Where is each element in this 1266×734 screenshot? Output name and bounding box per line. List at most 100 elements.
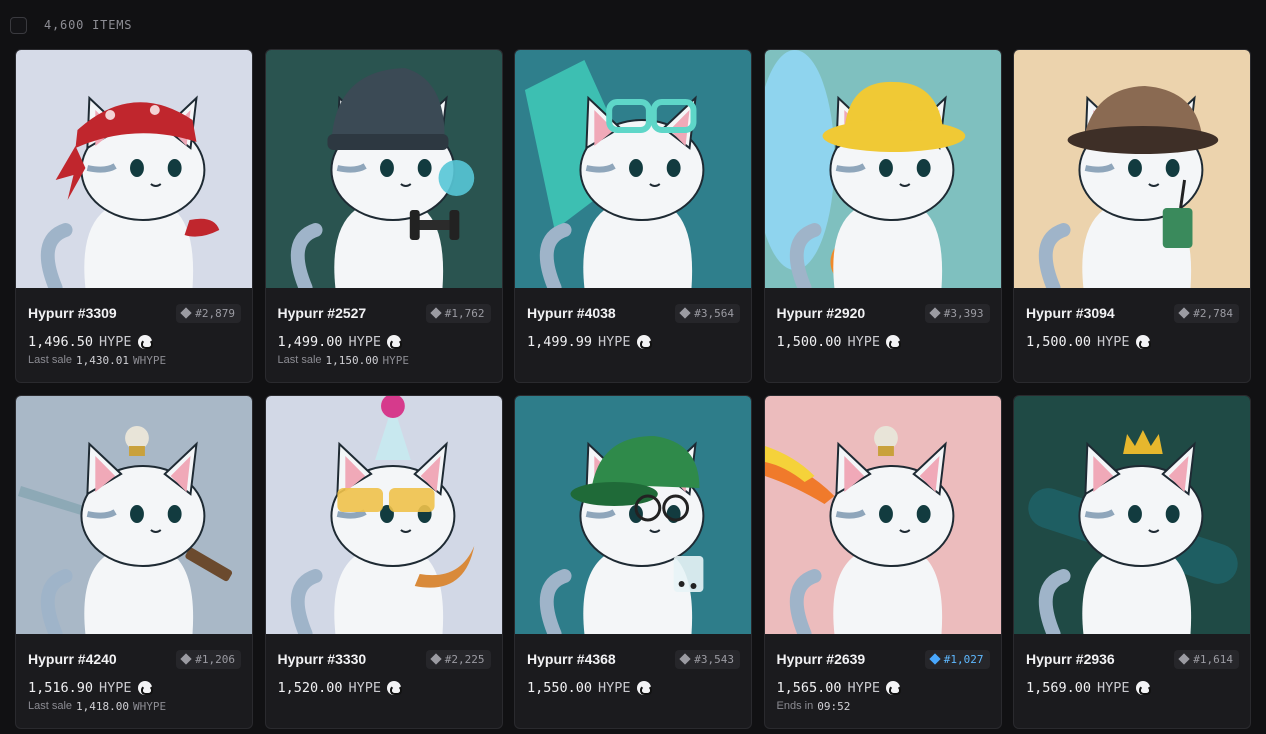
nft-card[interactable]: Hypurr #3309 #2,879 1,496.50 HYPE Last s… [15,49,253,383]
sub-label: Ends in [776,700,814,712]
nft-name: Hypurr #4368 [527,651,616,667]
nft-image[interactable] [515,396,751,634]
hype-token-icon [137,681,153,695]
select-all-checkbox[interactable] [10,16,27,34]
rarity-rank: #3,543 [694,652,734,666]
price: 1,550.00 HYPE [527,680,740,696]
nft-artwork [764,396,1001,634]
rarity-rank: #2,784 [1193,306,1233,320]
rarity-rank-badge: #1,206 [176,649,241,669]
sub-label: Last sale [28,700,73,712]
nft-name: Hypurr #3330 [277,651,367,667]
sub-label: Last sale [28,354,73,366]
diamond-icon [1178,653,1190,665]
hype-token-icon [137,335,153,349]
price-value: 1,550.00 [527,680,593,696]
nft-image[interactable] [1014,396,1250,634]
price-value: 1,496.50 [28,334,94,350]
sub-unit: WHYPE [133,700,167,713]
nft-image[interactable] [764,396,1001,634]
rarity-rank-badge: #1,614 [1174,649,1239,669]
price-value: 1,499.99 [527,334,593,350]
diamond-icon [679,307,691,319]
sub-info: Last sale 1,418.00 WHYPE [28,700,241,713]
price-unit: HYPE [847,334,881,350]
nft-image[interactable] [265,396,502,634]
hype-token-icon [886,681,902,695]
rarity-rank: #1,206 [195,652,235,666]
nft-name: Hypurr #2527 [277,305,367,321]
nft-name: Hypurr #2639 [776,651,866,667]
nft-image[interactable] [16,50,252,288]
nft-info: Hypurr #2936 #1,614 1,569.00 HYPE [1014,634,1250,728]
hype-token-icon [636,681,652,695]
nft-card[interactable]: Hypurr #4038 #3,564 1,499.99 HYPE [514,49,752,383]
nft-info: Hypurr #4240 #1,206 1,516.90 HYPE Last s… [16,634,252,728]
diamond-icon [180,307,192,319]
nft-info: Hypurr #3094 #2,784 1,500.00 HYPE [1014,288,1250,382]
price-value: 1,500.00 [1026,334,1092,350]
price-value: 1,520.00 [277,680,343,696]
rarity-rank: #2,879 [195,306,235,320]
nft-name: Hypurr #4240 [28,651,117,667]
price-value: 1,565.00 [776,680,842,696]
price-unit: HYPE [847,680,881,696]
nft-card[interactable]: Hypurr #2639 #1,027 1,565.00 HYPE Ends i… [763,395,1002,729]
nft-card[interactable]: Hypurr #3330 #2,225 1,520.00 HYPE [264,395,503,729]
nft-info: Hypurr #2527 #1,762 1,499.00 HYPE Last s… [266,288,502,382]
nft-image[interactable] [764,50,1001,288]
rarity-rank: #1,762 [444,306,485,320]
nft-card[interactable]: Hypurr #4368 #3,543 1,550.00 HYPE [514,395,752,729]
nft-image[interactable] [1014,50,1250,288]
rarity-rank-badge: #1,027 [924,649,990,669]
diamond-icon [1178,307,1190,319]
nft-artwork [265,50,502,288]
rarity-rank: #1,027 [943,652,984,666]
nft-info: Hypurr #3330 #2,225 1,520.00 HYPE [266,634,502,728]
sub-value: 1,430.01 [76,354,130,367]
diamond-icon [180,653,192,665]
nft-image[interactable] [265,50,502,288]
nft-name: Hypurr #4038 [527,305,616,321]
nft-image[interactable] [515,50,751,288]
sub-unit: WHYPE [133,354,167,367]
nft-card[interactable]: Hypurr #2936 #1,614 1,569.00 HYPE [1013,395,1251,729]
nft-artwork [16,396,252,634]
price-unit: HYPE [1097,334,1130,350]
nft-name: Hypurr #2936 [1026,651,1115,667]
diamond-icon [929,307,941,319]
price: 1,520.00 HYPE [278,680,491,696]
rarity-rank: #3,393 [943,306,984,320]
hype-token-icon [886,335,902,349]
nft-info: Hypurr #2920 #3,393 1,500.00 HYPE [765,288,1001,382]
rarity-rank-badge: #1,762 [425,303,491,323]
nft-name: Hypurr #2920 [776,305,866,321]
price-unit: HYPE [99,680,132,696]
sub-info: Last sale 1,430.01 WHYPE [28,354,241,367]
sub-label: Last sale [277,354,322,366]
diamond-icon [430,307,442,319]
rarity-rank: #2,225 [444,652,485,666]
price-unit: HYPE [598,680,631,696]
price-unit: HYPE [99,334,132,350]
nft-card[interactable]: Hypurr #2527 #1,762 1,499.00 HYPE Last s… [264,49,503,383]
nft-info: Hypurr #3309 #2,879 1,496.50 HYPE Last s… [16,288,252,382]
nft-artwork [764,50,1001,288]
diamond-icon [430,653,442,665]
nft-card[interactable]: Hypurr #2920 #3,393 1,500.00 HYPE [763,49,1002,383]
price: 1,500.00 HYPE [777,334,990,350]
price-unit: HYPE [1097,680,1130,696]
price-unit: HYPE [598,334,631,350]
rarity-rank: #1,614 [1193,652,1233,666]
nft-info: Hypurr #4368 #3,543 1,550.00 HYPE [515,634,751,728]
nft-info: Hypurr #4038 #3,564 1,499.99 HYPE [515,288,751,382]
nft-artwork [16,50,252,288]
rarity-rank-badge: #2,784 [1174,303,1239,323]
nft-card[interactable]: Hypurr #3094 #2,784 1,500.00 HYPE [1013,49,1251,383]
nft-card[interactable]: Hypurr #4240 #1,206 1,516.90 HYPE Last s… [15,395,253,729]
nft-grid: Hypurr #3309 #2,879 1,496.50 HYPE Last s… [15,49,1251,729]
nft-artwork [265,396,502,634]
nft-image[interactable] [16,396,252,634]
sub-unit: HYPE [382,354,410,367]
price: 1,496.50 HYPE [28,334,241,350]
